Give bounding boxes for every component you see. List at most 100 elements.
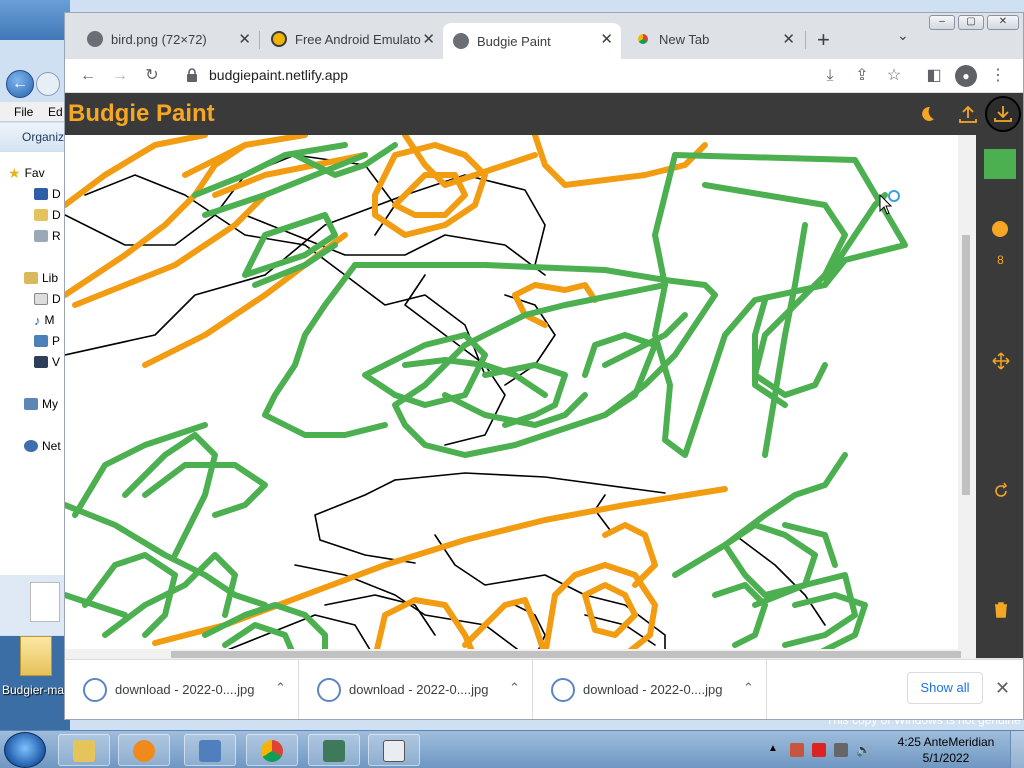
nav-videos[interactable]: V (34, 353, 60, 371)
scrollbar-thumb[interactable] (962, 235, 970, 495)
canvas-vertical-scrollbar[interactable] (958, 135, 976, 658)
downloads-shelf: download - 2022-0....jpg ⌃ download - 20… (65, 659, 1023, 719)
side-panel-icon[interactable]: ◧ (923, 65, 945, 87)
tab-budgie-paint[interactable]: Budgie Paint ✕ (443, 23, 621, 59)
action-center-icon[interactable] (790, 743, 804, 757)
security-alert-icon[interactable] (812, 743, 826, 757)
chevron-up-icon[interactable]: ⌃ (509, 680, 520, 696)
network-icon (24, 440, 38, 452)
tab-search-chevron-icon[interactable]: ⌄ (897, 27, 909, 44)
nav-recent[interactable]: R (34, 227, 61, 245)
download-item[interactable]: download - 2022-0....jpg ⌃ (299, 660, 533, 719)
taskbar-chrome[interactable] (246, 734, 298, 766)
drawing-canvas[interactable] (65, 135, 975, 658)
tab-free-android-emulator[interactable]: Free Android Emulato ✕ (261, 23, 443, 55)
show-all-button[interactable]: Show all (907, 672, 983, 704)
nav-downloads[interactable]: D (34, 206, 61, 224)
documents-icon (34, 293, 48, 305)
explorer-nav-pane: ★ Fav D D R Lib D ♪ M P V My Net (0, 152, 70, 582)
nav-libraries[interactable]: Lib (24, 269, 58, 287)
tab-bird-png[interactable]: bird.png (72×72) ✕ (77, 23, 259, 55)
folder-icon (73, 740, 95, 762)
minimize-button[interactable]: – (929, 15, 955, 30)
black-strokes (65, 154, 826, 658)
close-window-button[interactable]: ✕ (987, 15, 1019, 30)
explorer-menubar: File Ed (0, 102, 70, 122)
close-icon[interactable]: ✕ (995, 678, 1010, 699)
taskbar-photo-viewer[interactable] (308, 734, 360, 766)
dark-mode-moon-icon[interactable] (917, 104, 937, 124)
download-icon[interactable]: ⤓ (819, 65, 841, 87)
upload-icon[interactable] (957, 103, 979, 125)
videos-icon (34, 356, 48, 368)
photo-viewer-icon (323, 740, 345, 762)
tab-close-icon[interactable]: ✕ (600, 30, 613, 48)
explorer-back-button[interactable]: ← (6, 70, 34, 98)
tab-new-tab[interactable]: New Tab ✕ (625, 23, 803, 55)
reload-icon[interactable]: ↻ (141, 65, 163, 87)
taskbar-explorer[interactable] (58, 734, 110, 766)
bookmark-star-icon[interactable]: ☆ (883, 65, 905, 87)
nav-desktop[interactable]: D (34, 185, 61, 203)
explorer-title-strip (0, 0, 70, 40)
brush-size-dot-icon[interactable] (992, 221, 1008, 237)
nav-documents[interactable]: D (34, 290, 61, 308)
explorer-command-bar: Organiz (0, 123, 70, 151)
menu-file[interactable]: File (14, 105, 33, 119)
control-panel-icon (199, 740, 221, 762)
nav-music[interactable]: ♪ M (34, 311, 55, 329)
recent-places-icon (34, 230, 48, 242)
image-file-icon (83, 678, 107, 702)
tab-close-icon[interactable]: ✕ (238, 30, 251, 48)
share-icon[interactable]: ⇪ (851, 65, 873, 87)
download-item[interactable]: download - 2022-0....jpg ⌃ (533, 660, 767, 719)
lock-icon[interactable] (185, 67, 199, 83)
color-picker-swatch[interactable] (984, 149, 1016, 179)
taskbar-media-player[interactable] (118, 734, 170, 766)
download-filename: download - 2022-0....jpg (349, 682, 489, 697)
trash-icon[interactable] (991, 600, 1011, 620)
chevron-up-icon[interactable]: ⌃ (275, 680, 286, 696)
start-button[interactable] (4, 732, 46, 768)
menu-kebab-icon[interactable]: ⋮ (987, 65, 1009, 87)
show-desktop-button[interactable] (1010, 731, 1024, 768)
taskbar-app[interactable] (368, 734, 420, 766)
nav-pictures[interactable]: P (34, 332, 60, 350)
chevron-up-icon[interactable]: ⌃ (743, 680, 754, 696)
clock-time[interactable]: 4:25 AnteMeridian (886, 735, 1006, 749)
network-tray-icon[interactable] (834, 743, 848, 757)
window-controls: – ▢ ✕ (925, 13, 1023, 33)
nav-favorites[interactable]: ★ Fav (8, 164, 45, 182)
back-arrow-icon[interactable]: ← (77, 65, 99, 87)
undo-icon[interactable] (991, 481, 1011, 501)
taskbar: ▲ 🔈 4:25 AnteMeridian 5/1/2022 (0, 730, 1024, 768)
address-bar[interactable]: budgiepaint.netlify.app (209, 67, 348, 83)
scrollbar-thumb[interactable] (171, 651, 961, 658)
nav-computer[interactable]: My (24, 395, 58, 413)
maximize-button[interactable]: ▢ (958, 15, 984, 30)
canvas-horizontal-scrollbar[interactable] (65, 649, 975, 659)
clock-date[interactable]: 5/1/2022 (886, 751, 1006, 765)
globe-icon (87, 31, 103, 47)
downloads-icon (34, 209, 48, 221)
organize-button[interactable]: Organiz (22, 130, 64, 144)
chevron-up-icon[interactable]: ▲ (768, 743, 782, 757)
chrome-window: bird.png (72×72) ✕ Free Android Emulato … (64, 12, 1024, 720)
download-item[interactable]: download - 2022-0....jpg ⌃ (65, 660, 299, 719)
system-tray: ▲ 🔈 (760, 739, 890, 763)
explorer-forward-button[interactable] (36, 72, 60, 96)
globe-icon (453, 33, 469, 49)
tab-close-icon[interactable]: ✕ (782, 30, 795, 48)
nav-network[interactable]: Net (24, 437, 61, 455)
forward-arrow-icon[interactable]: → (109, 65, 131, 87)
volume-icon[interactable]: 🔈 (856, 743, 871, 757)
file-icon[interactable] (30, 582, 60, 622)
download-image-button[interactable] (985, 96, 1021, 132)
new-tab-button[interactable]: + (817, 27, 830, 53)
tab-close-icon[interactable]: ✕ (422, 30, 435, 48)
desktop-folder-shortcut[interactable]: Budgier-ma (0, 636, 70, 730)
taskbar-control-panel[interactable] (184, 734, 236, 766)
menu-edit[interactable]: Ed (48, 105, 63, 119)
profile-avatar-icon[interactable]: ● (955, 65, 977, 87)
move-arrows-icon[interactable] (991, 351, 1011, 371)
